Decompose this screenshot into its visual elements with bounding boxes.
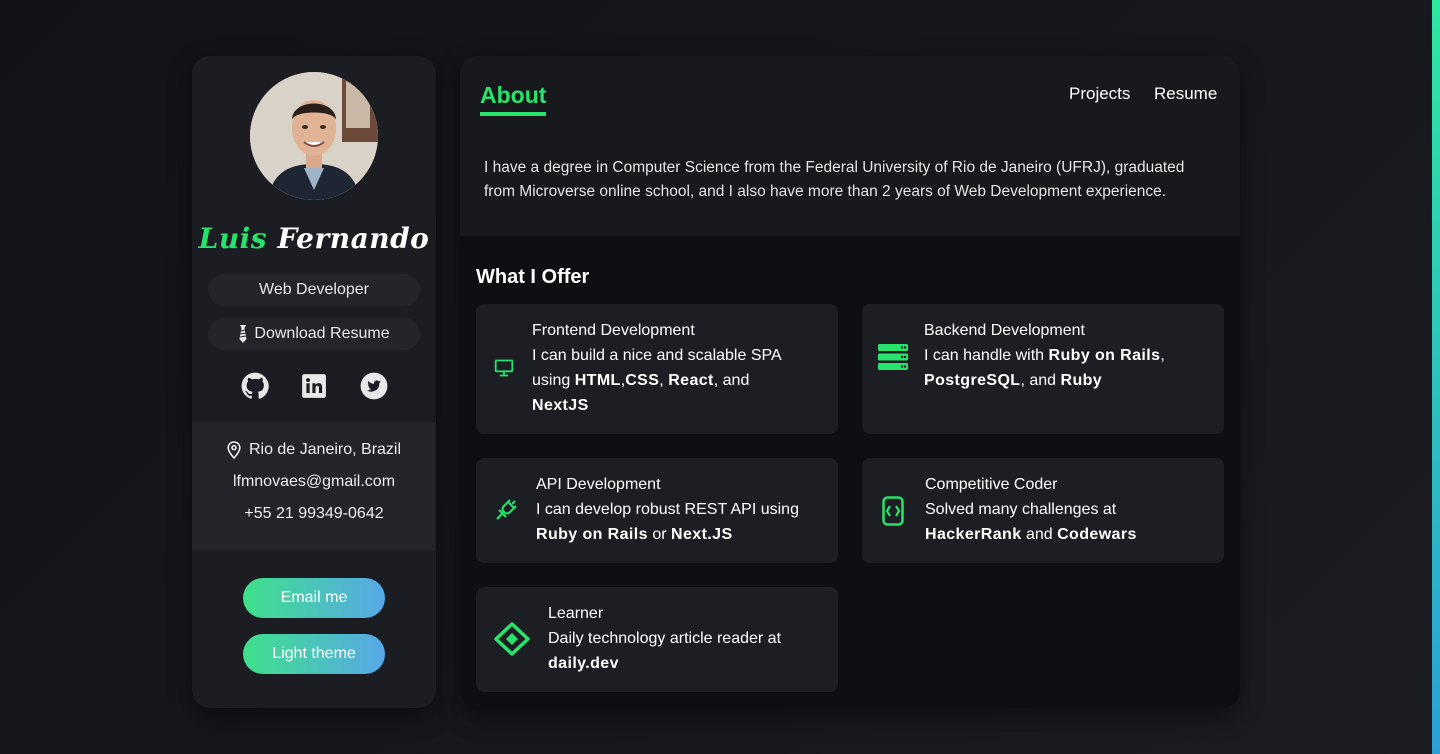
skill-nextjs: NextJS: [532, 397, 589, 414]
offer-card-frontend: Frontend Development I can build a nice …: [476, 304, 838, 434]
backend-title: Backend Development: [924, 322, 1085, 339]
competitive-sep-1: and: [1021, 526, 1058, 543]
email-me-button[interactable]: Email me: [243, 578, 385, 618]
offer-card-api: API Development I can develop robust RES…: [476, 458, 838, 563]
frontend-text: Frontend Development I can build a nice …: [532, 318, 822, 418]
tie-icon: [239, 325, 247, 343]
github-icon[interactable]: [240, 371, 270, 401]
main-card: About Projects Resume I have a degree in…: [460, 56, 1240, 708]
skill-rails-api: Ruby on Rails: [536, 526, 648, 543]
frontend-title: Frontend Development: [532, 322, 695, 339]
phone-row: +55 21 99349-0642: [192, 502, 436, 534]
api-title: API Development: [536, 476, 661, 493]
tab-resume[interactable]: Resume: [1154, 84, 1217, 104]
skill-ruby: Ruby: [1060, 372, 1103, 389]
monitor-icon: [494, 358, 514, 378]
learner-title: Learner: [548, 605, 604, 622]
offer-card-learner: Learner Daily technology article reader …: [476, 587, 838, 692]
competitive-text: Competitive Coder Solved many challenges…: [925, 472, 1215, 547]
location-pin-icon: [227, 441, 241, 459]
skill-rails: Ruby on Rails: [1048, 347, 1161, 364]
tab-about[interactable]: About: [480, 82, 547, 116]
last-name: Fernando: [277, 222, 430, 255]
competitive-desc-1: Solved many challenges at: [925, 501, 1117, 518]
email-me-label: Email me: [280, 589, 348, 606]
email-text[interactable]: lfmnovaes@gmail.com: [233, 470, 395, 494]
learner-desc-1: Daily technology article reader at: [548, 630, 782, 647]
api-text: API Development I can develop robust RES…: [536, 472, 826, 547]
api-sep-1: or: [647, 526, 672, 543]
first-name: Luis: [198, 222, 268, 255]
linkedin-icon[interactable]: [299, 371, 329, 401]
download-resume-label: Download Resume: [254, 325, 390, 342]
profile-sidebar: Luis Fernando Web Developer Download Res…: [192, 56, 436, 708]
social-links: [192, 368, 436, 404]
profile-name: Luis Fernando: [192, 222, 436, 255]
backend-sep-2: , and: [1020, 372, 1061, 389]
offer-card-backend: Backend Development I can handle with Ru…: [862, 304, 1224, 434]
role-badge: Web Developer: [208, 274, 420, 306]
skill-postgresql: PostgreSQL: [924, 372, 1021, 389]
api-desc-1: I can develop robust REST API using: [536, 501, 799, 518]
server-icon: [878, 344, 908, 370]
skill-nextjs-api: Next.JS: [671, 526, 733, 543]
site-hackerrank: HackerRank: [925, 526, 1022, 543]
frontend-desc-2: using: [532, 372, 575, 389]
offer-heading: What I Offer: [476, 266, 590, 288]
code-brackets-icon: [882, 496, 904, 526]
skill-react: React: [668, 372, 714, 389]
light-theme-label: Light theme: [272, 645, 356, 662]
site-dailydev: daily.dev: [548, 655, 619, 672]
site-codewars: Codewars: [1057, 526, 1137, 543]
plug-icon: [494, 498, 518, 522]
location-row: Rio de Janeiro, Brazil: [192, 438, 436, 470]
contact-info: Rio de Janeiro, Brazil lfmnovaes@gmail.c…: [192, 422, 436, 550]
download-resume-button[interactable]: Download Resume: [208, 318, 420, 350]
twitter-icon[interactable]: [359, 371, 389, 401]
about-line-2: from Microverse online school, and I als…: [484, 183, 1167, 200]
frontend-sep-2: ,: [659, 372, 669, 389]
offer-card-competitive: Competitive Coder Solved many challenges…: [862, 458, 1224, 563]
location-text: Rio de Janeiro, Brazil: [248, 441, 402, 458]
light-theme-button[interactable]: Light theme: [243, 634, 385, 674]
dailydev-icon: [494, 622, 530, 656]
phone-text[interactable]: +55 21 99349-0642: [244, 502, 383, 526]
skill-html: HTML: [574, 372, 621, 389]
frontend-sep-3: , and: [713, 372, 750, 389]
skill-css: CSS: [625, 372, 660, 389]
avatar: [250, 72, 378, 200]
about-paragraph: I have a degree in Computer Science from…: [484, 156, 1204, 204]
avatar-photo: [250, 72, 378, 200]
page-edge-accent: [1432, 0, 1440, 754]
frontend-desc-1: I can build a nice and scalable SPA: [532, 347, 782, 364]
tab-projects[interactable]: Projects: [1069, 84, 1130, 104]
about-section: About Projects Resume I have a degree in…: [460, 56, 1240, 236]
role-label: Web Developer: [259, 281, 369, 298]
backend-desc-1: I can handle with: [924, 347, 1049, 364]
learner-text: Learner Daily technology article reader …: [548, 601, 828, 676]
competitive-title: Competitive Coder: [925, 476, 1058, 493]
about-line-1: I have a degree in Computer Science from…: [484, 159, 1185, 176]
backend-sep-1: ,: [1160, 347, 1165, 364]
backend-text: Backend Development I can handle with Ru…: [924, 318, 1214, 393]
email-row: lfmnovaes@gmail.com: [192, 470, 436, 502]
